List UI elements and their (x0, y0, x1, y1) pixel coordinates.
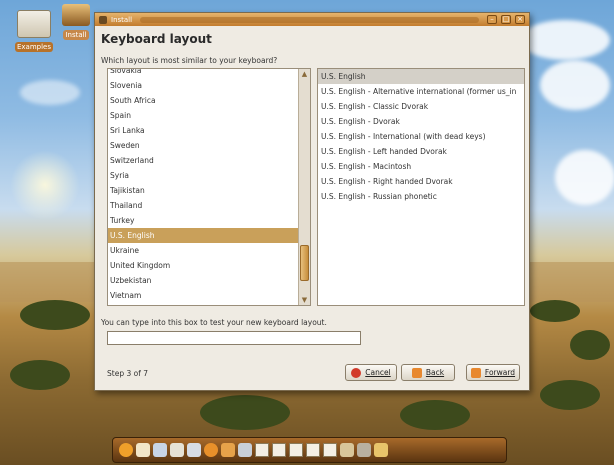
window-title: Install (111, 15, 133, 24)
taskbar-slot[interactable] (289, 443, 303, 457)
titlebar-bar (140, 16, 479, 23)
network-icon[interactable] (153, 443, 167, 457)
cloud (540, 60, 610, 110)
tree (10, 360, 70, 390)
tree (20, 300, 90, 330)
country-list-item[interactable]: U.S. English (108, 228, 298, 243)
keyboard-test-input[interactable] (107, 331, 361, 345)
folder-icon (17, 10, 51, 38)
forward-label: Forward (484, 368, 516, 377)
cloud (555, 150, 614, 205)
tree (400, 400, 470, 430)
taskbar-slot[interactable] (323, 443, 337, 457)
cloud (20, 80, 80, 105)
media-icon[interactable] (238, 443, 252, 457)
clock-icon[interactable] (374, 443, 388, 457)
desktop-icon-label: Install (63, 30, 89, 40)
desktop-icon-install[interactable]: Install (56, 4, 96, 40)
country-list-item[interactable]: Ukraine (108, 243, 298, 258)
page-title: Keyboard layout (101, 32, 212, 46)
installer-icon (62, 4, 90, 26)
gimp-icon[interactable] (340, 443, 354, 457)
test-box-label: You can type into this box to test your … (101, 318, 327, 327)
taskbar-slot[interactable] (272, 443, 286, 457)
variant-list-item[interactable]: U.S. English - Alternative international… (318, 84, 524, 99)
country-list-item[interactable]: Uzbekistan (108, 273, 298, 288)
variant-list-items: U.S. English U.S. English - Alternative i… (318, 69, 524, 204)
variant-list-item[interactable]: U.S. English - Right handed Dvorak (318, 174, 524, 189)
bottom-panel (112, 437, 507, 463)
tree (530, 300, 580, 322)
close-icon[interactable]: × (515, 15, 525, 24)
scroll-thumb[interactable] (300, 245, 309, 281)
desktop-icon-examples[interactable]: Examples (8, 10, 60, 52)
country-list-item[interactable]: Vietnam (108, 288, 298, 303)
window-titlebar[interactable]: Install – □ × (95, 13, 529, 26)
country-list-item[interactable]: Thailand (108, 198, 298, 213)
country-list[interactable]: Slovakia Slovenia South Africa Spain Sri Lan… (107, 68, 311, 306)
taskbar-slot[interactable] (306, 443, 320, 457)
back-label: Back (425, 368, 445, 377)
trash-icon[interactable] (357, 443, 371, 457)
cancel-button[interactable]: Cancel (345, 364, 397, 381)
file-manager-icon[interactable] (136, 443, 150, 457)
tree (200, 395, 290, 430)
scroll-up-icon[interactable]: ▲ (299, 69, 310, 79)
install-window: Install – □ × Keyboard layout Which layo… (94, 12, 530, 391)
cancel-icon (351, 367, 362, 378)
country-list-item[interactable]: Turkey (108, 213, 298, 228)
browser-icon[interactable] (204, 443, 218, 457)
terminal-icon[interactable] (170, 443, 184, 457)
country-list-items: Slovakia Slovenia South Africa Spain Sri Lan… (108, 69, 298, 303)
back-button[interactable]: Back (401, 364, 455, 381)
country-list-item[interactable]: Spain (108, 108, 298, 123)
country-list-item[interactable]: United Kingdom (108, 258, 298, 273)
taskbar-slot[interactable] (255, 443, 269, 457)
country-list-item[interactable]: Syria (108, 168, 298, 183)
step-indicator: Step 3 of 7 (107, 369, 149, 378)
scroll-down-icon[interactable]: ▼ (299, 295, 310, 305)
tree (540, 380, 600, 410)
cancel-label: Cancel (365, 368, 391, 377)
forward-arrow-icon (470, 367, 481, 378)
tree (570, 330, 610, 360)
sun-launcher-icon[interactable] (119, 443, 133, 457)
app-icon (99, 15, 107, 24)
variant-list[interactable]: U.S. English U.S. English - Alternative i… (317, 68, 525, 306)
variant-list-item[interactable]: U.S. English - Classic Dvorak (318, 99, 524, 114)
sun-glow (10, 150, 80, 220)
variant-list-item[interactable]: U.S. English (318, 69, 524, 84)
monitor-icon[interactable] (187, 443, 201, 457)
country-list-item[interactable]: Tajikistan (108, 183, 298, 198)
back-arrow-icon (411, 367, 422, 378)
variant-list-item[interactable]: U.S. English - Dvorak (318, 114, 524, 129)
country-list-item[interactable]: South Africa (108, 93, 298, 108)
maximize-icon[interactable]: □ (501, 15, 511, 24)
variant-list-item[interactable]: U.S. English - International (with dead … (318, 129, 524, 144)
country-list-item[interactable]: Slovenia (108, 78, 298, 93)
desktop-icon-label: Examples (14, 42, 53, 52)
mail-icon[interactable] (221, 443, 235, 457)
country-list-item[interactable]: Slovakia (108, 69, 298, 78)
country-list-item[interactable]: Switzerland (108, 153, 298, 168)
forward-button[interactable]: Forward (466, 364, 520, 381)
country-list-item[interactable]: Sweden (108, 138, 298, 153)
variant-list-item[interactable]: U.S. English - Russian phonetic (318, 189, 524, 204)
layout-prompt: Which layout is most similar to your key… (101, 56, 278, 65)
country-list-item[interactable]: Sri Lanka (108, 123, 298, 138)
country-list-scrollbar[interactable]: ▲ ▼ (298, 69, 310, 305)
cloud (520, 20, 610, 60)
variant-list-item[interactable]: U.S. English - Left handed Dvorak (318, 144, 524, 159)
variant-list-item[interactable]: U.S. English - Macintosh (318, 159, 524, 174)
minimize-icon[interactable]: – (487, 15, 497, 24)
